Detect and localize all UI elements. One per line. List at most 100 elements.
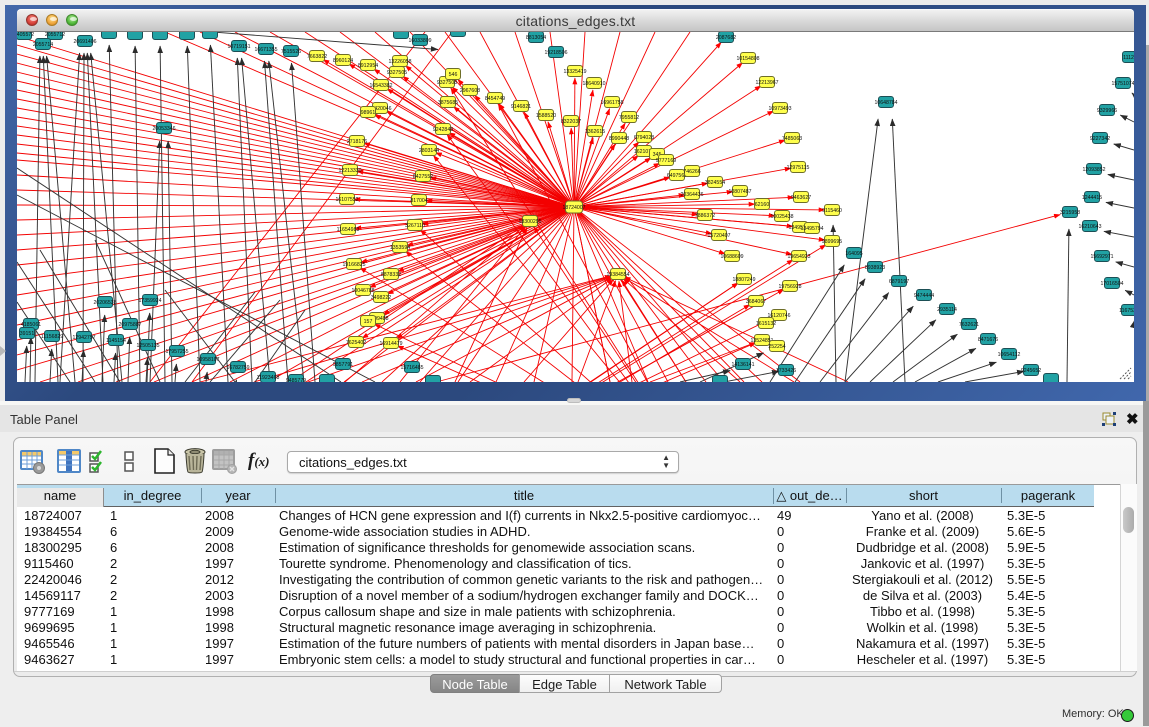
- svg-text:817004: 817004: [410, 198, 427, 204]
- svg-text:7663822: 7663822: [307, 54, 327, 60]
- svg-text:8322037: 8322037: [561, 119, 581, 125]
- svg-text:8813054: 8813054: [526, 35, 546, 41]
- svg-text:20975887: 20975887: [118, 322, 141, 328]
- svg-text:9327508: 9327508: [437, 80, 457, 86]
- svg-text:7485063: 7485063: [782, 136, 802, 142]
- svg-text:7632621: 7632621: [959, 322, 979, 328]
- svg-text:39151: 39151: [20, 331, 35, 337]
- svg-text:8454749: 8454749: [485, 96, 505, 102]
- svg-text:9146821: 9146821: [511, 104, 531, 110]
- svg-text:19654923: 19654923: [787, 254, 810, 260]
- svg-text:9857791: 9857791: [333, 362, 353, 368]
- svg-text:1244415: 1244415: [1082, 195, 1102, 201]
- svg-text:10688609: 10688609: [720, 254, 743, 260]
- svg-text:12505135: 12505135: [136, 343, 159, 349]
- svg-text:8990448: 8990448: [609, 136, 629, 142]
- svg-text:10719151: 10719151: [227, 44, 250, 50]
- svg-text:1615132: 1615132: [756, 321, 776, 327]
- svg-text:1405572: 1405572: [17, 32, 34, 38]
- svg-text:15716485: 15716485: [400, 365, 423, 371]
- svg-text:8878332: 8878332: [381, 272, 401, 278]
- svg-text:10973493: 10973493: [768, 106, 791, 112]
- svg-text:9227342: 9227342: [1090, 136, 1110, 142]
- svg-text:18807249: 18807249: [732, 277, 755, 283]
- svg-text:18640910: 18640910: [582, 81, 605, 87]
- svg-text:9242848: 9242848: [433, 127, 453, 133]
- svg-text:2803144: 2803144: [419, 148, 439, 154]
- svg-text:8960124: 8960124: [333, 58, 353, 64]
- svg-text:16107552: 16107552: [335, 197, 358, 203]
- svg-text:157: 157: [364, 319, 373, 325]
- svg-text:19166825: 19166825: [342, 262, 365, 268]
- svg-text:10958107: 10958107: [196, 357, 219, 363]
- svg-text:17957255: 17957255: [165, 349, 188, 355]
- svg-text:9245652: 9245652: [1021, 368, 1041, 374]
- svg-text:1145154: 1145154: [106, 338, 126, 344]
- svg-text:13495794: 13495794: [800, 226, 823, 232]
- svg-text:9485779: 9485779: [286, 378, 306, 382]
- svg-text:546: 546: [449, 72, 458, 78]
- svg-text:18300295: 18300295: [518, 219, 541, 225]
- svg-text:9899695: 9899695: [822, 239, 842, 245]
- svg-text:15692971: 15692971: [1090, 254, 1113, 260]
- svg-text:1362615: 1362615: [585, 129, 605, 135]
- svg-text:6879197: 6879197: [889, 279, 909, 285]
- svg-text:62160: 62160: [755, 202, 770, 208]
- svg-text:3267110: 3267110: [405, 223, 425, 229]
- svg-text:7515526: 7515526: [281, 49, 301, 55]
- svg-text:13226058: 13226058: [388, 59, 411, 65]
- svg-text:8427552: 8427552: [413, 174, 433, 180]
- svg-text:10025438: 10025438: [770, 214, 793, 220]
- svg-text:19384554: 19384554: [606, 272, 629, 278]
- svg-text:746266: 746266: [683, 169, 700, 175]
- svg-text:11654983: 11654983: [337, 227, 360, 233]
- svg-text:3684067: 3684067: [746, 299, 766, 305]
- svg-text:11923468: 11923468: [257, 375, 280, 381]
- svg-text:18724007: 18724007: [562, 205, 585, 211]
- svg-text:8938923: 8938923: [865, 265, 885, 271]
- svg-text:6794028: 6794028: [634, 135, 654, 141]
- svg-text:17359924: 17359924: [138, 298, 161, 304]
- svg-text:2967608: 2967608: [460, 88, 480, 94]
- svg-text:10046788: 10046788: [351, 288, 374, 294]
- svg-text:16782759: 16782759: [226, 365, 249, 371]
- svg-text:9329966: 9329966: [1097, 108, 1117, 114]
- svg-text:12093852: 12093852: [1082, 167, 1105, 173]
- svg-text:14136141: 14136141: [731, 362, 754, 368]
- svg-text:16543382: 16543382: [369, 83, 392, 89]
- svg-text:3824554: 3824554: [705, 180, 725, 186]
- svg-text:10807487: 10807487: [728, 189, 751, 195]
- svg-text:20053346: 20053346: [152, 126, 175, 132]
- svg-text:16914479: 16914479: [379, 341, 402, 347]
- svg-text:19218506: 19218506: [544, 50, 567, 56]
- svg-text:15720407: 15720407: [707, 233, 730, 239]
- svg-text:8912954: 8912954: [358, 63, 378, 69]
- svg-text:10654112: 10654112: [998, 352, 1021, 358]
- svg-text:9474444: 9474444: [914, 293, 934, 299]
- svg-text:12213330: 12213330: [338, 168, 361, 174]
- svg-text:3498222: 3498222: [371, 295, 391, 301]
- svg-text:3215958: 3215958: [1060, 210, 1080, 216]
- svg-text:7955812: 7955812: [619, 115, 639, 121]
- svg-text:20206535: 20206535: [93, 300, 116, 306]
- svg-text:1733426: 1733426: [776, 368, 796, 374]
- svg-text:13325419: 13325419: [563, 69, 586, 75]
- svg-text:4185061: 4185061: [21, 322, 41, 328]
- svg-text:1167533: 1167533: [1119, 308, 1134, 314]
- svg-text:16033809: 16033809: [408, 38, 431, 44]
- svg-text:9463627: 9463627: [791, 195, 811, 201]
- svg-text:2718176: 2718176: [347, 139, 367, 145]
- svg-text:12213967: 12213967: [755, 80, 778, 86]
- svg-text:10648784: 10648784: [874, 100, 897, 106]
- svg-text:20691406: 20691406: [73, 39, 96, 45]
- svg-text:16961758: 16961758: [600, 100, 623, 106]
- svg-text:11156829: 11156829: [41, 334, 63, 340]
- svg-text:252254: 252254: [768, 344, 785, 350]
- svg-text:16210643: 16210643: [1078, 224, 1101, 230]
- svg-text:9327505: 9327505: [387, 70, 407, 76]
- svg-text:20364436: 20364436: [680, 192, 703, 198]
- svg-text:2087682: 2087682: [716, 35, 736, 41]
- svg-text:15751074: 15751074: [1111, 81, 1134, 87]
- svg-text:164095: 164095: [845, 251, 862, 257]
- svg-text:16671355: 16671355: [254, 47, 277, 53]
